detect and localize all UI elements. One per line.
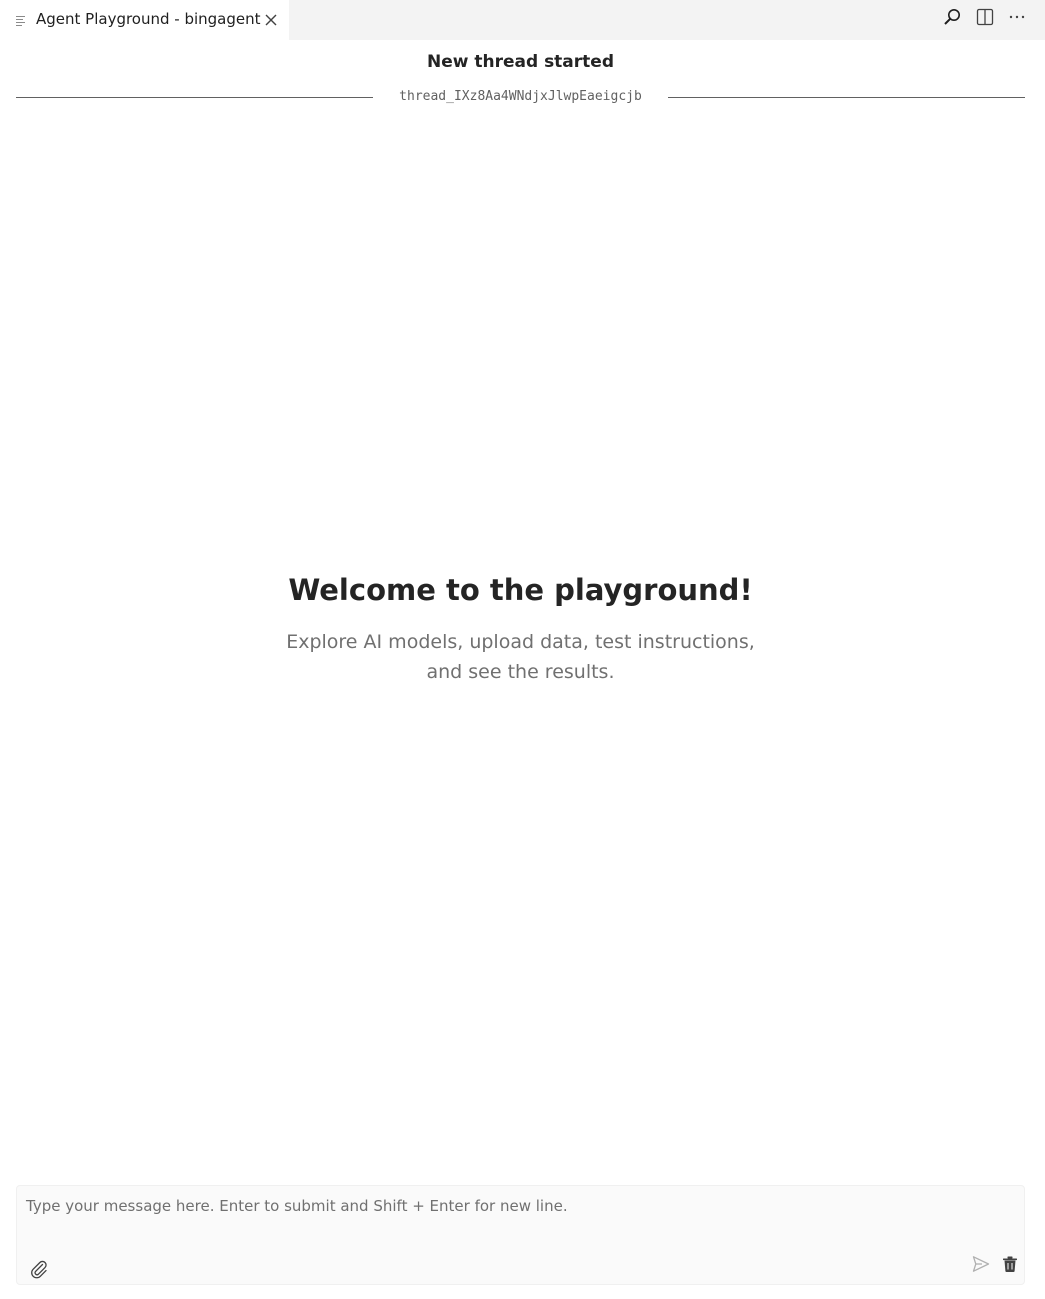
tab-agent-playground[interactable]: Agent Playground - bingagent (0, 0, 289, 40)
welcome-subtitle-line-1: Explore AI models, upload data, test ins… (286, 631, 755, 653)
divider-right (668, 97, 1025, 98)
trash-icon (1001, 1255, 1019, 1277)
message-input[interactable] (17, 1186, 1024, 1246)
paperclip-icon (29, 1259, 49, 1283)
send-icon (971, 1254, 991, 1278)
attach-button[interactable] (27, 1259, 51, 1283)
tab-title: Agent Playground - bingagent (36, 10, 261, 28)
send-button[interactable] (969, 1254, 993, 1278)
more-icon (1008, 8, 1026, 30)
agent-playground-page: Agent Playground - bingagent New thread … (0, 0, 1045, 1299)
thread-status: New thread started (426, 52, 614, 72)
welcome-subtitle-line-2: and see the results. (426, 661, 615, 683)
close-icon[interactable] (262, 11, 280, 29)
search-button[interactable] (940, 7, 964, 31)
tab-bar: Agent Playground - bingagent (0, 0, 1045, 40)
search-icon (942, 7, 962, 31)
welcome-title: Welcome to the playground! (288, 573, 753, 607)
message-composer (16, 1185, 1025, 1285)
split-editor-icon (976, 8, 994, 30)
split-editor-button[interactable] (973, 7, 997, 31)
more-actions-button[interactable] (1005, 7, 1029, 31)
list-icon (16, 12, 28, 26)
clear-button[interactable] (998, 1254, 1022, 1278)
welcome-subtitle: Explore AI models, upload data, test ins… (0, 627, 1041, 687)
